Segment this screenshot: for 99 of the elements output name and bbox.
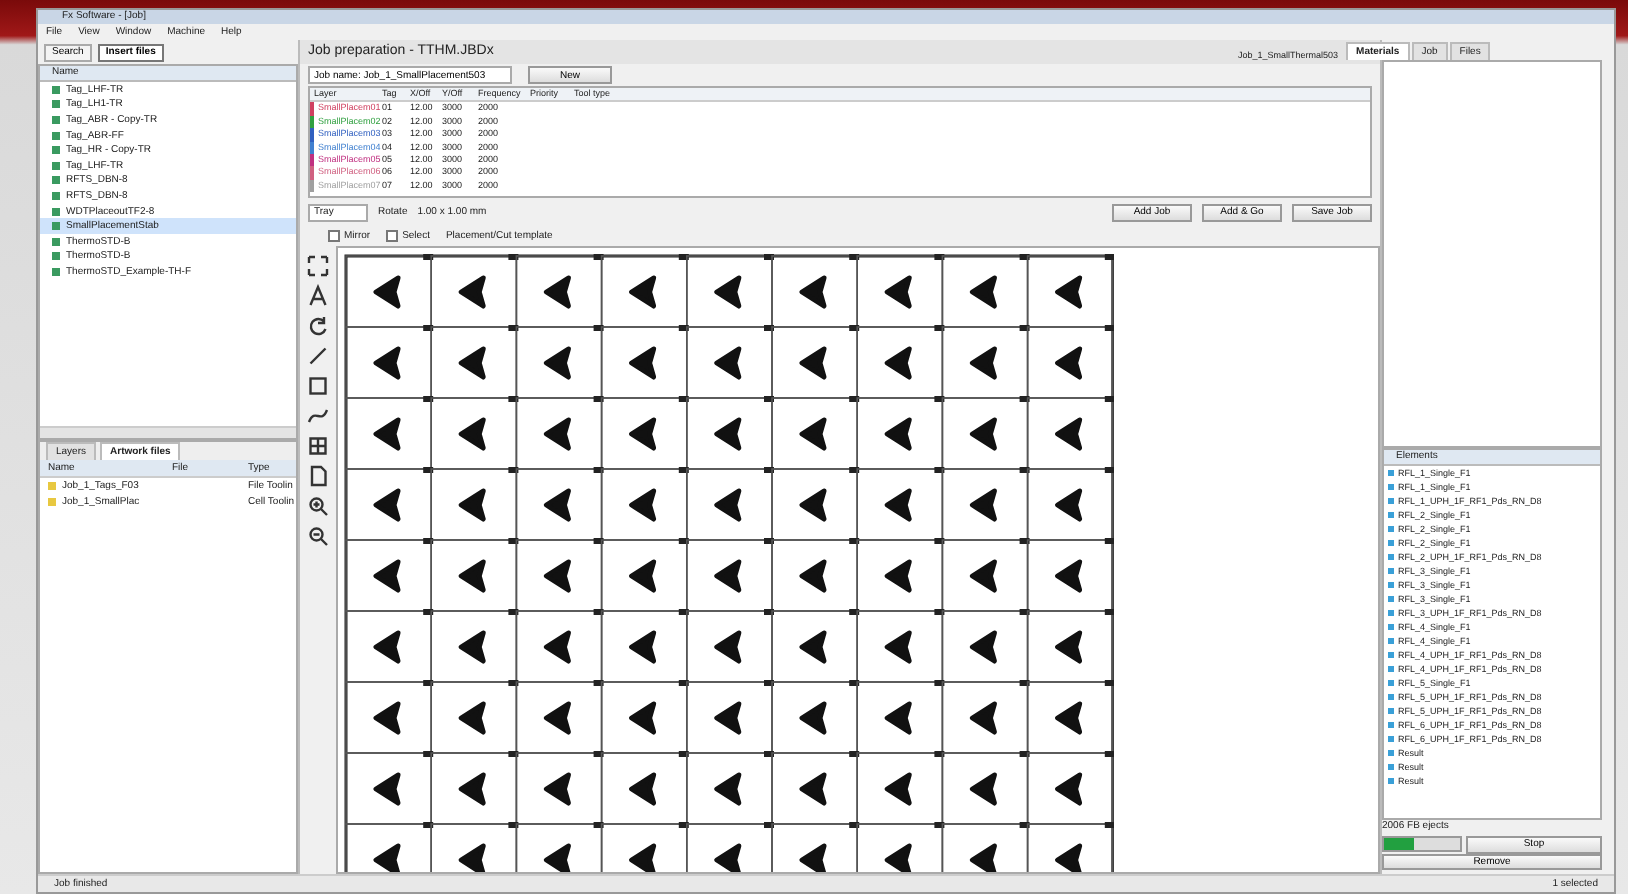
label-cell-drawing <box>515 609 604 683</box>
curve-icon[interactable] <box>306 404 330 428</box>
label-cell-drawing <box>686 254 774 328</box>
label-cell-drawing <box>1026 680 1115 754</box>
label-cell-drawing <box>430 467 519 541</box>
label-cell-drawing <box>515 538 604 612</box>
label-cell-drawing <box>1026 254 1115 328</box>
label-cell-drawing <box>1026 609 1115 683</box>
label-cell-drawing <box>600 609 689 683</box>
element-icon <box>1388 764 1394 770</box>
label-cell-drawing <box>856 538 945 612</box>
checkbox[interactable] <box>328 230 340 242</box>
checkbox[interactable] <box>386 230 399 242</box>
label-cell-drawing <box>771 325 860 399</box>
label-cell-drawing <box>600 467 689 541</box>
label-cell-drawing <box>600 396 689 470</box>
element-icon <box>1388 778 1394 784</box>
label-cell-drawing <box>515 325 604 399</box>
label-cell-drawing <box>515 254 604 328</box>
label-cell-drawing <box>856 680 945 754</box>
element-icon <box>1388 554 1394 560</box>
element-icon <box>1388 750 1394 756</box>
element-icon <box>1388 540 1394 546</box>
element-icon <box>1388 638 1394 644</box>
label-cell-drawing <box>430 254 519 328</box>
label-cell-drawing <box>430 609 519 683</box>
label-cell-drawing <box>686 325 774 399</box>
label-cell-drawing <box>686 467 774 541</box>
label-cell-drawing <box>941 538 1030 612</box>
element-icon <box>1388 610 1394 616</box>
label-cell-drawing <box>600 680 689 754</box>
label-cell-drawing <box>515 396 604 470</box>
label-cell-drawing <box>515 680 604 754</box>
grid-icon[interactable] <box>306 434 330 458</box>
label-cell-drawing <box>1026 325 1115 399</box>
label-cell-drawing <box>856 467 945 541</box>
element-icon <box>1388 526 1394 532</box>
label-cell-drawing <box>856 254 945 328</box>
label-cell-drawing <box>771 467 860 541</box>
rotate-icon[interactable] <box>306 314 330 338</box>
zoom-out-icon[interactable] <box>306 524 330 548</box>
label-cell-drawing <box>430 325 519 399</box>
label-cell-drawing <box>430 538 519 612</box>
label-cell-drawing <box>771 396 860 470</box>
page-icon[interactable] <box>306 464 330 488</box>
label-cell-drawing <box>941 254 1030 328</box>
scrollbar[interactable] <box>40 426 296 438</box>
label-cell-drawing <box>430 680 519 754</box>
element-icon <box>1388 596 1394 602</box>
label-cell-drawing <box>430 396 519 470</box>
label-cell-drawing <box>345 467 434 541</box>
label-cell-drawing <box>686 609 774 683</box>
label-cell-drawing <box>771 609 860 683</box>
label-cell-drawing <box>941 325 1030 399</box>
label-cell-drawing <box>600 325 689 399</box>
label-cell-drawing <box>600 254 689 328</box>
zoom-in-icon[interactable] <box>306 494 330 518</box>
element-icon <box>1388 512 1394 518</box>
select-icon[interactable] <box>306 374 330 398</box>
element-icon <box>1388 666 1394 672</box>
label-cell-drawing <box>345 680 434 754</box>
label-cell-drawing <box>771 680 860 754</box>
label-cell-drawing <box>941 467 1030 541</box>
label-cell-drawing <box>686 680 774 754</box>
element-icon <box>1388 582 1394 588</box>
text-icon[interactable] <box>306 284 330 308</box>
label-cell-drawing <box>345 325 434 399</box>
element-icon <box>1388 624 1394 630</box>
label-cell-drawing <box>345 538 434 612</box>
element-icon <box>1388 484 1394 490</box>
label-cell-drawing <box>771 538 860 612</box>
label-cell-drawing <box>856 325 945 399</box>
element-icon <box>1388 722 1394 728</box>
label-cell-drawing <box>1026 396 1115 470</box>
element-icon <box>1388 652 1394 658</box>
label-cell-drawing <box>345 609 434 683</box>
label-cell-drawing <box>686 538 774 612</box>
element-icon <box>1388 568 1394 574</box>
label-cell-drawing <box>941 609 1030 683</box>
label-cell-drawing <box>856 396 945 470</box>
label-cell-drawing <box>941 396 1030 470</box>
label-cell-drawing <box>686 396 774 470</box>
label-cell-drawing <box>345 254 434 328</box>
element-icon <box>1388 498 1394 504</box>
label-cell-drawing <box>771 254 860 328</box>
element-icon <box>1388 694 1394 700</box>
label-cell-drawing <box>515 467 604 541</box>
element-icon <box>1388 736 1394 742</box>
element-icon <box>1388 680 1394 686</box>
label-cell-drawing <box>600 538 689 612</box>
fit-icon[interactable] <box>306 254 330 278</box>
label-cell-drawing <box>345 396 434 470</box>
label-cell-drawing <box>941 680 1030 754</box>
label-cell-drawing <box>1026 467 1115 541</box>
line-icon[interactable] <box>306 344 330 368</box>
element-icon <box>1388 470 1394 476</box>
label-cell-drawing <box>1026 538 1115 612</box>
label-cell-drawing <box>856 609 945 683</box>
element-icon <box>1388 708 1394 714</box>
